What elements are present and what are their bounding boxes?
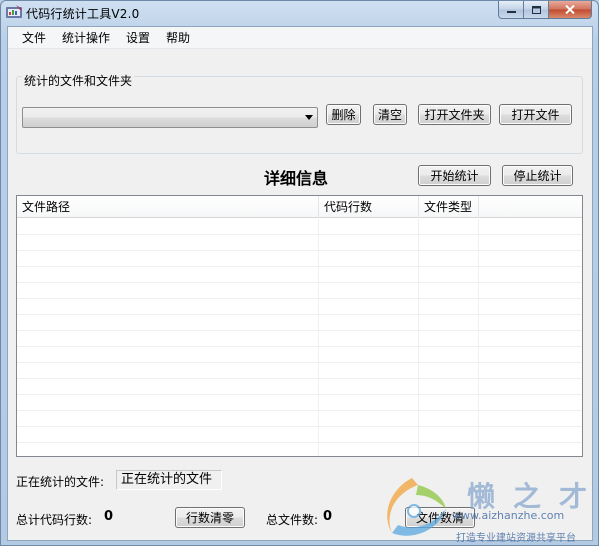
menu-bar: 文件 统计操作 设置 帮助 [8, 27, 592, 49]
table-body [17, 219, 582, 456]
column-divider [418, 219, 419, 456]
menu-statistics[interactable]: 统计操作 [54, 27, 118, 49]
path-combobox[interactable] [22, 107, 318, 128]
app-icon [6, 5, 22, 18]
delete-button[interactable]: 删除 [326, 104, 361, 125]
watermark-url: www.aizhanzhe.com [452, 509, 565, 522]
close-button[interactable] [549, 1, 592, 19]
minimize-icon [506, 10, 516, 13]
stop-count-button[interactable]: 停止统计 [502, 165, 573, 186]
client-area: 文件 统计操作 设置 帮助 统计的文件和文件夹 删除 清空 打开文件夹 打开文件… [7, 26, 593, 541]
details-heading: 详细信息 [264, 169, 329, 188]
clear-button[interactable]: 清空 [373, 104, 407, 125]
menu-settings[interactable]: 设置 [118, 27, 158, 49]
table-header: 文件路径 代码行数 文件类型 [17, 196, 582, 218]
chevron-down-icon [305, 115, 313, 120]
open-file-button[interactable]: 打开文件 [499, 104, 572, 125]
current-file-value: 正在统计的文件 [116, 470, 222, 490]
current-file-label: 正在统计的文件: [16, 475, 105, 489]
total-lines-value: 0 [104, 509, 114, 524]
file-list-table[interactable]: 文件路径 代码行数 文件类型 [16, 195, 583, 457]
minimize-button[interactable] [498, 1, 524, 19]
watermark-logo-icon [387, 478, 446, 536]
close-icon [565, 5, 575, 14]
column-header-file-type[interactable]: 文件类型 [419, 196, 479, 218]
maximize-button[interactable] [524, 1, 549, 19]
total-files-value: 0 [323, 509, 333, 524]
title-bar[interactable]: 代码行统计工具V2.0 [1, 1, 598, 25]
column-header-file-path[interactable]: 文件路径 [17, 196, 319, 218]
watermark-slogan: 打造专业建站资源共享平台 [456, 533, 576, 544]
total-lines-label: 总计代码行数: [16, 513, 93, 527]
open-folder-button[interactable]: 打开文件夹 [418, 104, 491, 125]
total-files-label: 总文件数: [266, 513, 319, 527]
menu-help[interactable]: 帮助 [158, 27, 198, 49]
window-title: 代码行统计工具V2.0 [26, 7, 140, 21]
source-group-label: 统计的文件和文件夹 [22, 72, 135, 89]
reset-lines-button[interactable]: 行数清零 [175, 507, 245, 528]
app-window: 代码行统计工具V2.0 文件 统计操作 设置 帮助 统计的文件和文件夹 删除 清… [0, 0, 599, 546]
menu-file[interactable]: 文件 [14, 27, 54, 49]
watermark: 懒之才 www.aizhanzhe.com 打造专业建站资源共享平台 [372, 471, 594, 545]
column-divider [318, 219, 319, 456]
column-header-line-count[interactable]: 代码行数 [319, 196, 419, 218]
maximize-icon [531, 5, 541, 14]
start-count-button[interactable]: 开始统计 [418, 165, 491, 186]
caption-buttons [498, 1, 592, 19]
column-divider [478, 219, 479, 456]
